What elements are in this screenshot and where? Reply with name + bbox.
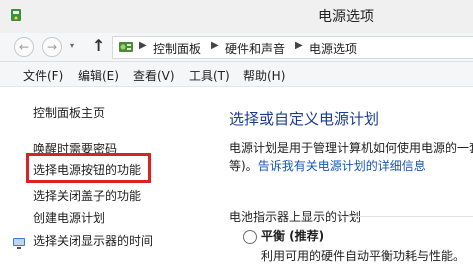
breadcrumb-power-options[interactable]: 电源选项 [309,40,357,57]
menu-view[interactable]: 查看(V) [133,67,175,84]
description-line-2: 等)。告诉我有关电源计划的详细信息 [229,157,426,174]
plan-name[interactable]: 平衡 (推荐) [261,227,324,244]
breadcrumb-separator: ▶ [211,40,219,51]
annotation-highlight-box [26,153,151,183]
power-options-icon [8,7,24,27]
sidebar-item-lid-close[interactable]: 选择关闭盖子的功能 [33,187,141,204]
plan-description: 利用可用的硬件自动平衡功耗与性能。 [261,249,466,263]
menu-help[interactable]: 帮助(H) [243,67,285,84]
window-title: 电源选项 [318,9,374,25]
menu-edit[interactable]: 编辑(E) [78,67,119,84]
back-button[interactable]: ← [14,37,34,57]
learn-more-link[interactable]: 告诉我有关电源计划的详细信息 [258,159,426,173]
menu-bar: 文件(F) 编辑(E) 查看(V) 工具(T) 帮助(H) [0,62,473,87]
forward-button[interactable]: → [42,37,62,57]
sidebar-item-control-panel-home[interactable]: 控制面板主页 [33,104,105,121]
display-settings-icon [12,235,26,254]
breadcrumb-separator: ▶ [139,40,147,51]
menu-tools[interactable]: 工具(T) [189,67,230,84]
breadcrumb-control-panel[interactable]: 控制面板 [153,40,201,57]
balanced-plan-radio[interactable] [243,230,257,244]
section-label: 电池指示器上显示的计划 [229,210,362,224]
main-content: 选择或自定义电源计划 电源计划是用于管理计算机如何使用电源的一套 等)。告诉我有… [205,87,473,263]
sidebar-item-display-off[interactable]: 选择关闭显示器的时间 [33,232,153,249]
recent-pages-dropdown[interactable]: ▾ [70,41,74,50]
address-bar: ← → ▾ ↑ ▶ 控制面板 ▶ 硬件和声音 ▶ 电源选项 [0,33,473,62]
description-prefix: 等)。 [229,159,258,173]
breadcrumb-separator: ▶ [295,40,303,51]
sidebar-item-create-plan[interactable]: 创建电源计划 [33,209,105,226]
up-button[interactable]: ↑ [92,36,105,55]
title-bar: 电源选项 [0,0,473,34]
address-box[interactable]: ▶ 控制面板 ▶ 硬件和声音 ▶ 电源选项 [112,36,473,59]
page-title: 选择或自定义电源计划 [229,110,380,128]
control-panel-icon [118,39,134,59]
description-line-1: 电源计划是用于管理计算机如何使用电源的一套 [229,141,473,155]
section-divider [343,216,473,217]
breadcrumb-hardware-sound[interactable]: 硬件和声音 [225,40,285,57]
menu-file[interactable]: 文件(F) [23,67,63,84]
